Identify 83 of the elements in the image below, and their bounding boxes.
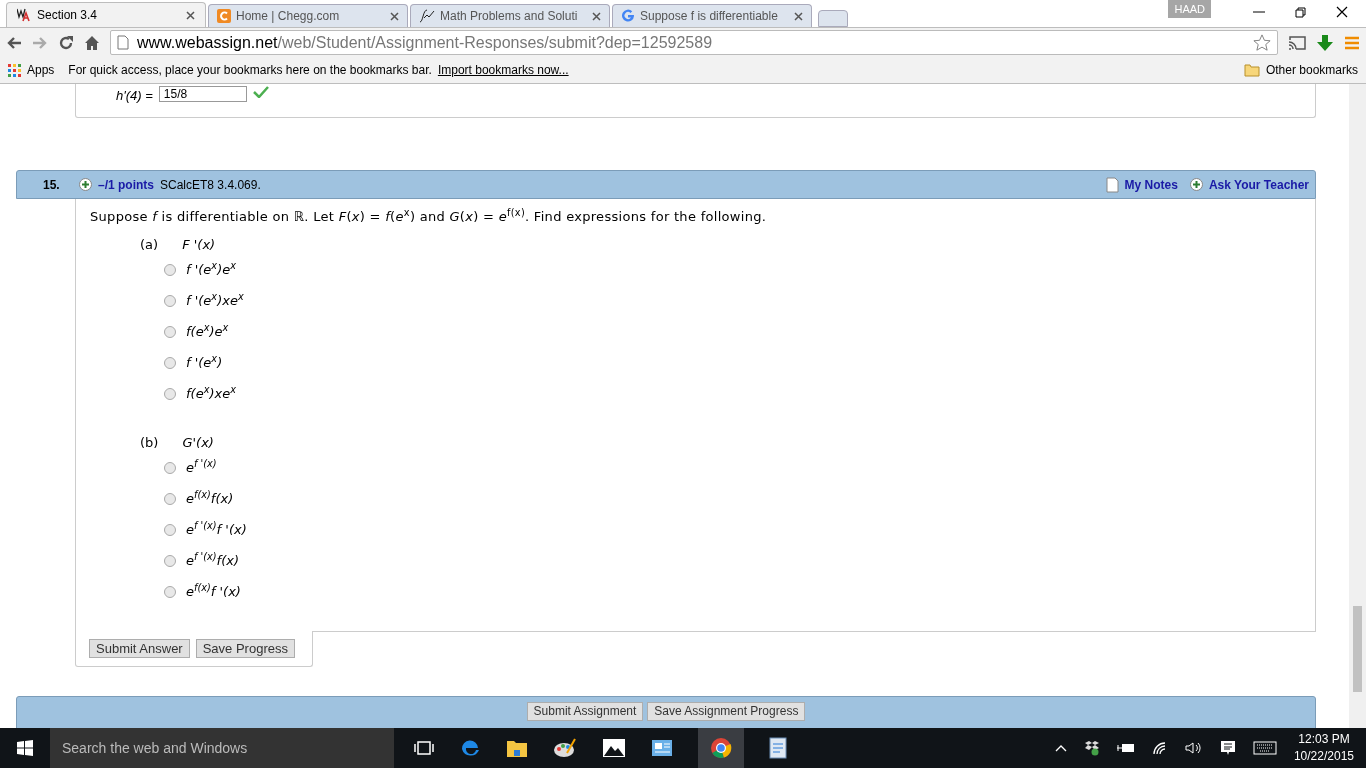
wifi-icon[interactable] bbox=[1151, 741, 1168, 755]
radio-button[interactable] bbox=[164, 263, 176, 276]
g-logo-icon bbox=[621, 9, 635, 23]
radio-button[interactable] bbox=[164, 493, 176, 505]
browser-tab[interactable]: Math Problems and Soluti bbox=[410, 4, 610, 27]
chevron-up-icon[interactable] bbox=[1054, 744, 1067, 752]
back-icon[interactable] bbox=[6, 35, 22, 50]
radio-button[interactable] bbox=[164, 524, 176, 536]
my-notes-link[interactable]: My Notes bbox=[1124, 175, 1178, 194]
browser-tab[interactable]: Suppose f is differentiable bbox=[612, 4, 812, 27]
browser-tab[interactable]: Section 3.4 bbox=[6, 2, 206, 27]
chegg-logo-icon bbox=[217, 9, 231, 23]
scrollbar[interactable] bbox=[1349, 84, 1366, 728]
browser-tab[interactable]: Home | Chegg.com bbox=[208, 4, 408, 27]
document-icon[interactable] bbox=[769, 737, 787, 759]
apps-grid-icon[interactable] bbox=[8, 63, 21, 77]
option-text: e$^{f '(x)}$f '(x) bbox=[186, 520, 247, 540]
close-icon[interactable] bbox=[1336, 6, 1348, 18]
option-text: f '(e$^{x}$) bbox=[186, 352, 223, 372]
radio-button[interactable] bbox=[164, 356, 176, 369]
home-icon[interactable] bbox=[84, 34, 100, 51]
option-text: f(e$^{x}$)xe$^{x}$ bbox=[186, 383, 236, 403]
download-icon[interactable] bbox=[1316, 33, 1334, 52]
address-bar[interactable]: www.webassign.net/web/Student/Assignment-Responses/submit?dep=12592589 bbox=[110, 30, 1278, 55]
presentation-icon[interactable] bbox=[651, 739, 673, 757]
radio-button[interactable] bbox=[164, 555, 176, 567]
other-bookmarks[interactable]: Other bookmarks bbox=[1265, 61, 1358, 79]
notification-icon[interactable] bbox=[1219, 740, 1236, 756]
squiggle-logo-icon bbox=[419, 9, 435, 23]
part-label: (a) bbox=[140, 235, 159, 254]
bookmarks-hint: For quick access, place your bookmarks here on the bookmarks bar. bbox=[68, 62, 432, 79]
mountain-picture-icon[interactable] bbox=[602, 738, 626, 758]
option-text: f(e$^{x}$)e$^{x}$ bbox=[186, 321, 229, 341]
page-icon bbox=[117, 35, 129, 50]
radio-button[interactable] bbox=[164, 387, 176, 400]
option-text: e$^{f(x)}$f '(x) bbox=[186, 582, 241, 602]
part-label: (b) bbox=[140, 434, 159, 452]
plus-icon[interactable] bbox=[1189, 178, 1203, 191]
answer-field[interactable]: 15/8 bbox=[158, 86, 247, 102]
star-icon[interactable] bbox=[1253, 33, 1271, 52]
close-icon[interactable] bbox=[186, 10, 195, 20]
radio-button[interactable] bbox=[164, 325, 176, 338]
part-prompt: F '(x) bbox=[182, 235, 216, 254]
radio-button[interactable] bbox=[164, 462, 176, 474]
answer-label: h'(4) = bbox=[116, 87, 153, 105]
paint-palette-icon[interactable] bbox=[553, 737, 577, 759]
url-text: www.webassign.net/web/Student/Assignment-Responses/submit?dep=12592589 bbox=[137, 32, 713, 53]
assignment-button[interactable]: Submit Assignment bbox=[526, 702, 644, 721]
option-text: e$^{f '(x)}$ bbox=[186, 458, 217, 478]
apps-link[interactable]: Apps bbox=[27, 61, 55, 79]
speaker-icon[interactable] bbox=[1184, 741, 1203, 755]
dropbox-icon[interactable] bbox=[1083, 740, 1100, 756]
task-view-icon[interactable] bbox=[414, 740, 434, 756]
assignment-button[interactable]: Save Assignment Progress bbox=[647, 702, 806, 721]
question-number: 15. bbox=[43, 176, 61, 194]
import-bookmarks-link[interactable]: Import bookmarks now... bbox=[437, 61, 569, 79]
restore-icon[interactable] bbox=[1295, 6, 1306, 18]
chrome-icon[interactable] bbox=[698, 728, 744, 768]
part-prompt: G'(x) bbox=[182, 434, 214, 452]
points-link[interactable]: –/1 points bbox=[98, 175, 154, 194]
keyboard-icon[interactable] bbox=[1252, 741, 1277, 755]
clock-time[interactable]: 12:03 PM bbox=[1298, 731, 1350, 748]
folder-icon bbox=[1243, 63, 1260, 77]
option-text: f '(e$^{x}$)xe$^{x}$ bbox=[186, 290, 244, 310]
radio-button[interactable] bbox=[164, 586, 176, 598]
question-code: SCalcET8 3.4.069. bbox=[160, 176, 261, 194]
battery-icon[interactable] bbox=[1116, 742, 1135, 754]
question-button[interactable]: Submit Answer bbox=[89, 639, 190, 658]
option-text: e$^{f '(x)}$f(x) bbox=[186, 551, 239, 571]
ask-teacher-link[interactable]: Ask Your Teacher bbox=[1208, 175, 1309, 194]
windows-start-icon[interactable] bbox=[17, 740, 33, 756]
wa-logo-icon bbox=[17, 8, 31, 22]
option-text: e$^{f(x)}$f(x) bbox=[186, 489, 234, 509]
folder-icon[interactable] bbox=[506, 738, 528, 758]
question-text: Suppose f is differentiable on ℝ. Let F(x) = f(e$^{x}$) and G(x) = e$^{f(x)}$. Find expressions for the following. bbox=[90, 207, 768, 226]
reload-icon[interactable] bbox=[58, 34, 74, 51]
clock-date[interactable]: 10/22/2015 bbox=[1293, 748, 1354, 765]
question-button[interactable]: Save Progress bbox=[195, 639, 295, 658]
option-text: f '(e$^{x}$)e$^{x}$ bbox=[186, 259, 236, 279]
cast-icon[interactable] bbox=[1288, 35, 1306, 50]
radio-button[interactable] bbox=[164, 294, 176, 307]
plus-icon[interactable] bbox=[79, 178, 92, 191]
taskbar-search[interactable]: Search the web and Windows bbox=[50, 728, 394, 768]
